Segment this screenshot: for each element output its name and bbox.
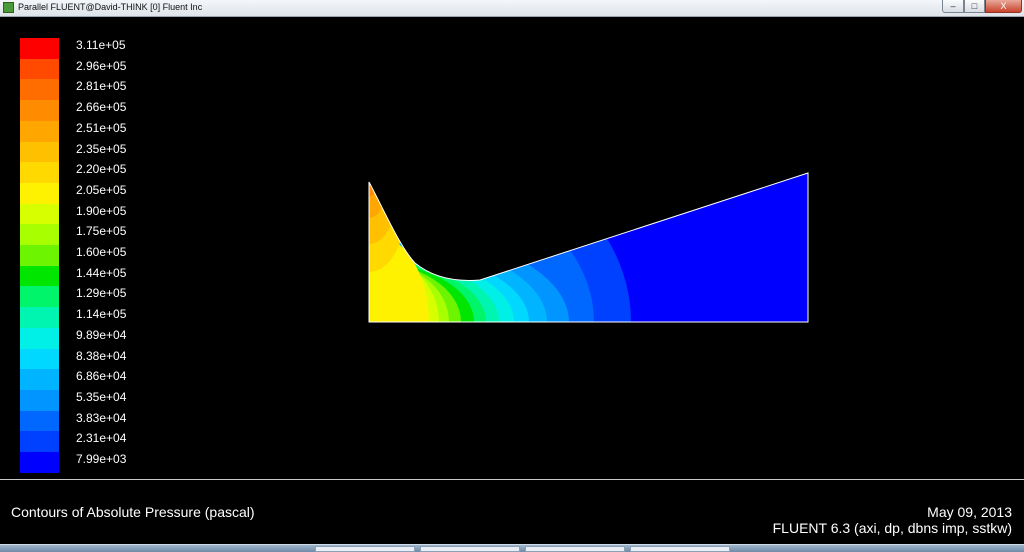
minimize-button[interactable]: – — [942, 0, 964, 13]
maximize-button[interactable]: □ — [964, 0, 985, 13]
taskbar-item[interactable] — [315, 546, 415, 552]
taskbar-item[interactable] — [420, 546, 520, 552]
plot-date: May 09, 2013 — [927, 504, 1012, 520]
solver-version: FLUENT 6.3 (axi, dp, dbns imp, sstkw) — [772, 520, 1012, 536]
window-titlebar[interactable]: Parallel FLUENT@David-THINK [0] Fluent I… — [0, 0, 1024, 17]
fluent-app-icon[interactable] — [3, 2, 14, 13]
close-button[interactable]: X — [985, 0, 1022, 13]
plot-caption: Contours of Absolute Pressure (pascal) — [11, 504, 255, 520]
taskbar-item[interactable] — [525, 546, 625, 552]
graphics-viewport[interactable]: 3.11e+05 2.96e+05 2.81e+05 2.66e+05 2.51e+05… — [0, 17, 1024, 479]
contour-bands — [369, 173, 808, 322]
plot-info-bar: Contours of Absolute Pressure (pascal) M… — [0, 479, 1024, 545]
window-title: Parallel FLUENT@David-THINK [0] Fluent I… — [18, 2, 203, 12]
taskbar-item[interactable] — [630, 546, 730, 552]
pressure-contour-plot — [368, 172, 809, 323]
